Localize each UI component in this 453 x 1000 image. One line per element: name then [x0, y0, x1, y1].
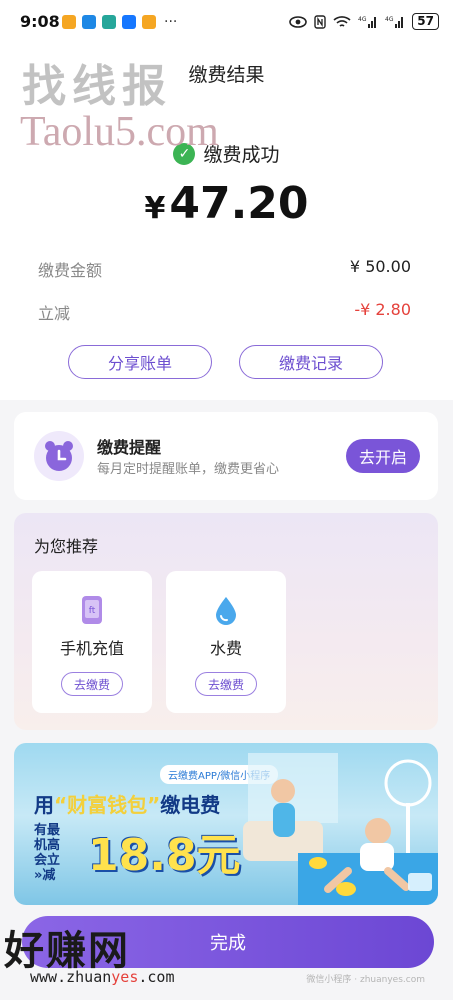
signal-4g-icon: 4G: [385, 16, 404, 28]
banner-side-line: 会立: [34, 853, 61, 868]
promo-banner[interactable]: 云缴费APP/微信小程序 用“财富钱包”缴电费 有最 机高 会立 »减 18.8…: [14, 743, 438, 905]
banner-side-line: »减: [34, 868, 56, 883]
watermark-taolu: Taolu5.com: [20, 109, 219, 155]
signal-4g-icon: 4G: [358, 16, 377, 28]
banner-headline-quote: “财富钱包”: [54, 793, 161, 817]
banner-headline-pre: 用: [34, 793, 54, 817]
banner-amount: 18.8元: [88, 830, 241, 881]
section-title: 为您推荐: [34, 537, 99, 556]
banner-illustration: [243, 753, 438, 905]
svg-text:ft: ft: [89, 606, 96, 616]
go-pay-button[interactable]: 去缴费: [195, 672, 257, 696]
recommend-item-label: 手机充值: [59, 639, 124, 658]
watermark-url: www.zhuanyes.com: [30, 968, 175, 986]
payment-reminder-card: 缴费提醒 每月定时提醒账单，缴费更省心 去开启: [14, 412, 438, 500]
row-label: 缴费金额: [38, 261, 103, 280]
alarm-clock-icon: [34, 431, 84, 481]
status-indicators: 4G 4G 57: [289, 13, 439, 30]
recommend-item-mobile-topup[interactable]: ft 手机充值 去缴费: [32, 571, 152, 713]
water-drop-icon: [216, 597, 236, 625]
watermark-url-post: .com: [138, 968, 175, 986]
amount-value: 47.20: [169, 178, 309, 229]
wifi-icon: [333, 15, 351, 27]
banner-side-line: 有最: [34, 823, 61, 838]
recommend-item-label: 水费: [209, 639, 242, 658]
watermark-small: 微信小程序 · zhuanyes.com: [306, 975, 425, 985]
status-bar: 9:08 ··· 4G 4G 57: [0, 0, 453, 44]
status-time: 9:08: [20, 12, 60, 31]
reminder-subtitle: 每月定时提醒账单，缴费更省心: [97, 462, 280, 477]
app-notification-icon: [102, 15, 116, 29]
svg-text:4G: 4G: [385, 16, 394, 23]
watermark-url-highlight: yes: [111, 968, 139, 986]
banner-side-text: 有最 机高 会立 »减: [34, 823, 88, 883]
phone-icon: ft: [82, 596, 102, 624]
app-notification-icon: [82, 15, 96, 29]
nfc-icon: [314, 14, 326, 29]
eye-icon: [289, 15, 308, 28]
paid-amount: ¥47.20: [0, 178, 453, 229]
banner-side-line: 机高: [34, 838, 61, 853]
currency-symbol: ¥: [144, 191, 166, 226]
app-notification-icon: [142, 15, 156, 29]
recommend-item-water[interactable]: 水费 去缴费: [166, 571, 286, 713]
app-notification-icon: [62, 15, 76, 29]
discount-row: 立减 -¥ 2.80: [38, 300, 411, 324]
banner-offer: 有最 机高 会立 »减 18.8元: [34, 823, 244, 885]
more-notifications-icon: ···: [164, 14, 178, 30]
watermark-top: 找线报: [22, 61, 172, 112]
go-pay-button[interactable]: 去缴费: [61, 672, 123, 696]
payment-amount-row: 缴费金额 ¥ 50.00: [38, 257, 411, 281]
row-label: 立减: [38, 304, 71, 323]
enable-reminder-button[interactable]: 去开启: [346, 439, 420, 473]
reminder-title: 缴费提醒: [97, 438, 162, 457]
banner-headline: 用“财富钱包”缴电费: [34, 789, 220, 818]
watermark-url-pre: www.zhuan: [30, 968, 112, 986]
recommend-section: 为您推荐 ft 手机充值 去缴费 水费 去缴费: [14, 513, 438, 730]
battery-indicator: 57: [412, 13, 439, 30]
row-value: ¥ 50.00: [349, 257, 411, 276]
status-app-icons: ···: [62, 14, 177, 30]
discount-value: -¥ 2.80: [354, 300, 411, 319]
alipay-icon: [122, 15, 136, 29]
share-bill-button[interactable]: 分享账单: [68, 345, 212, 379]
svg-text:4G: 4G: [358, 16, 367, 23]
payment-records-button[interactable]: 缴费记录: [239, 345, 383, 379]
banner-headline-post: 缴电费: [160, 793, 221, 817]
